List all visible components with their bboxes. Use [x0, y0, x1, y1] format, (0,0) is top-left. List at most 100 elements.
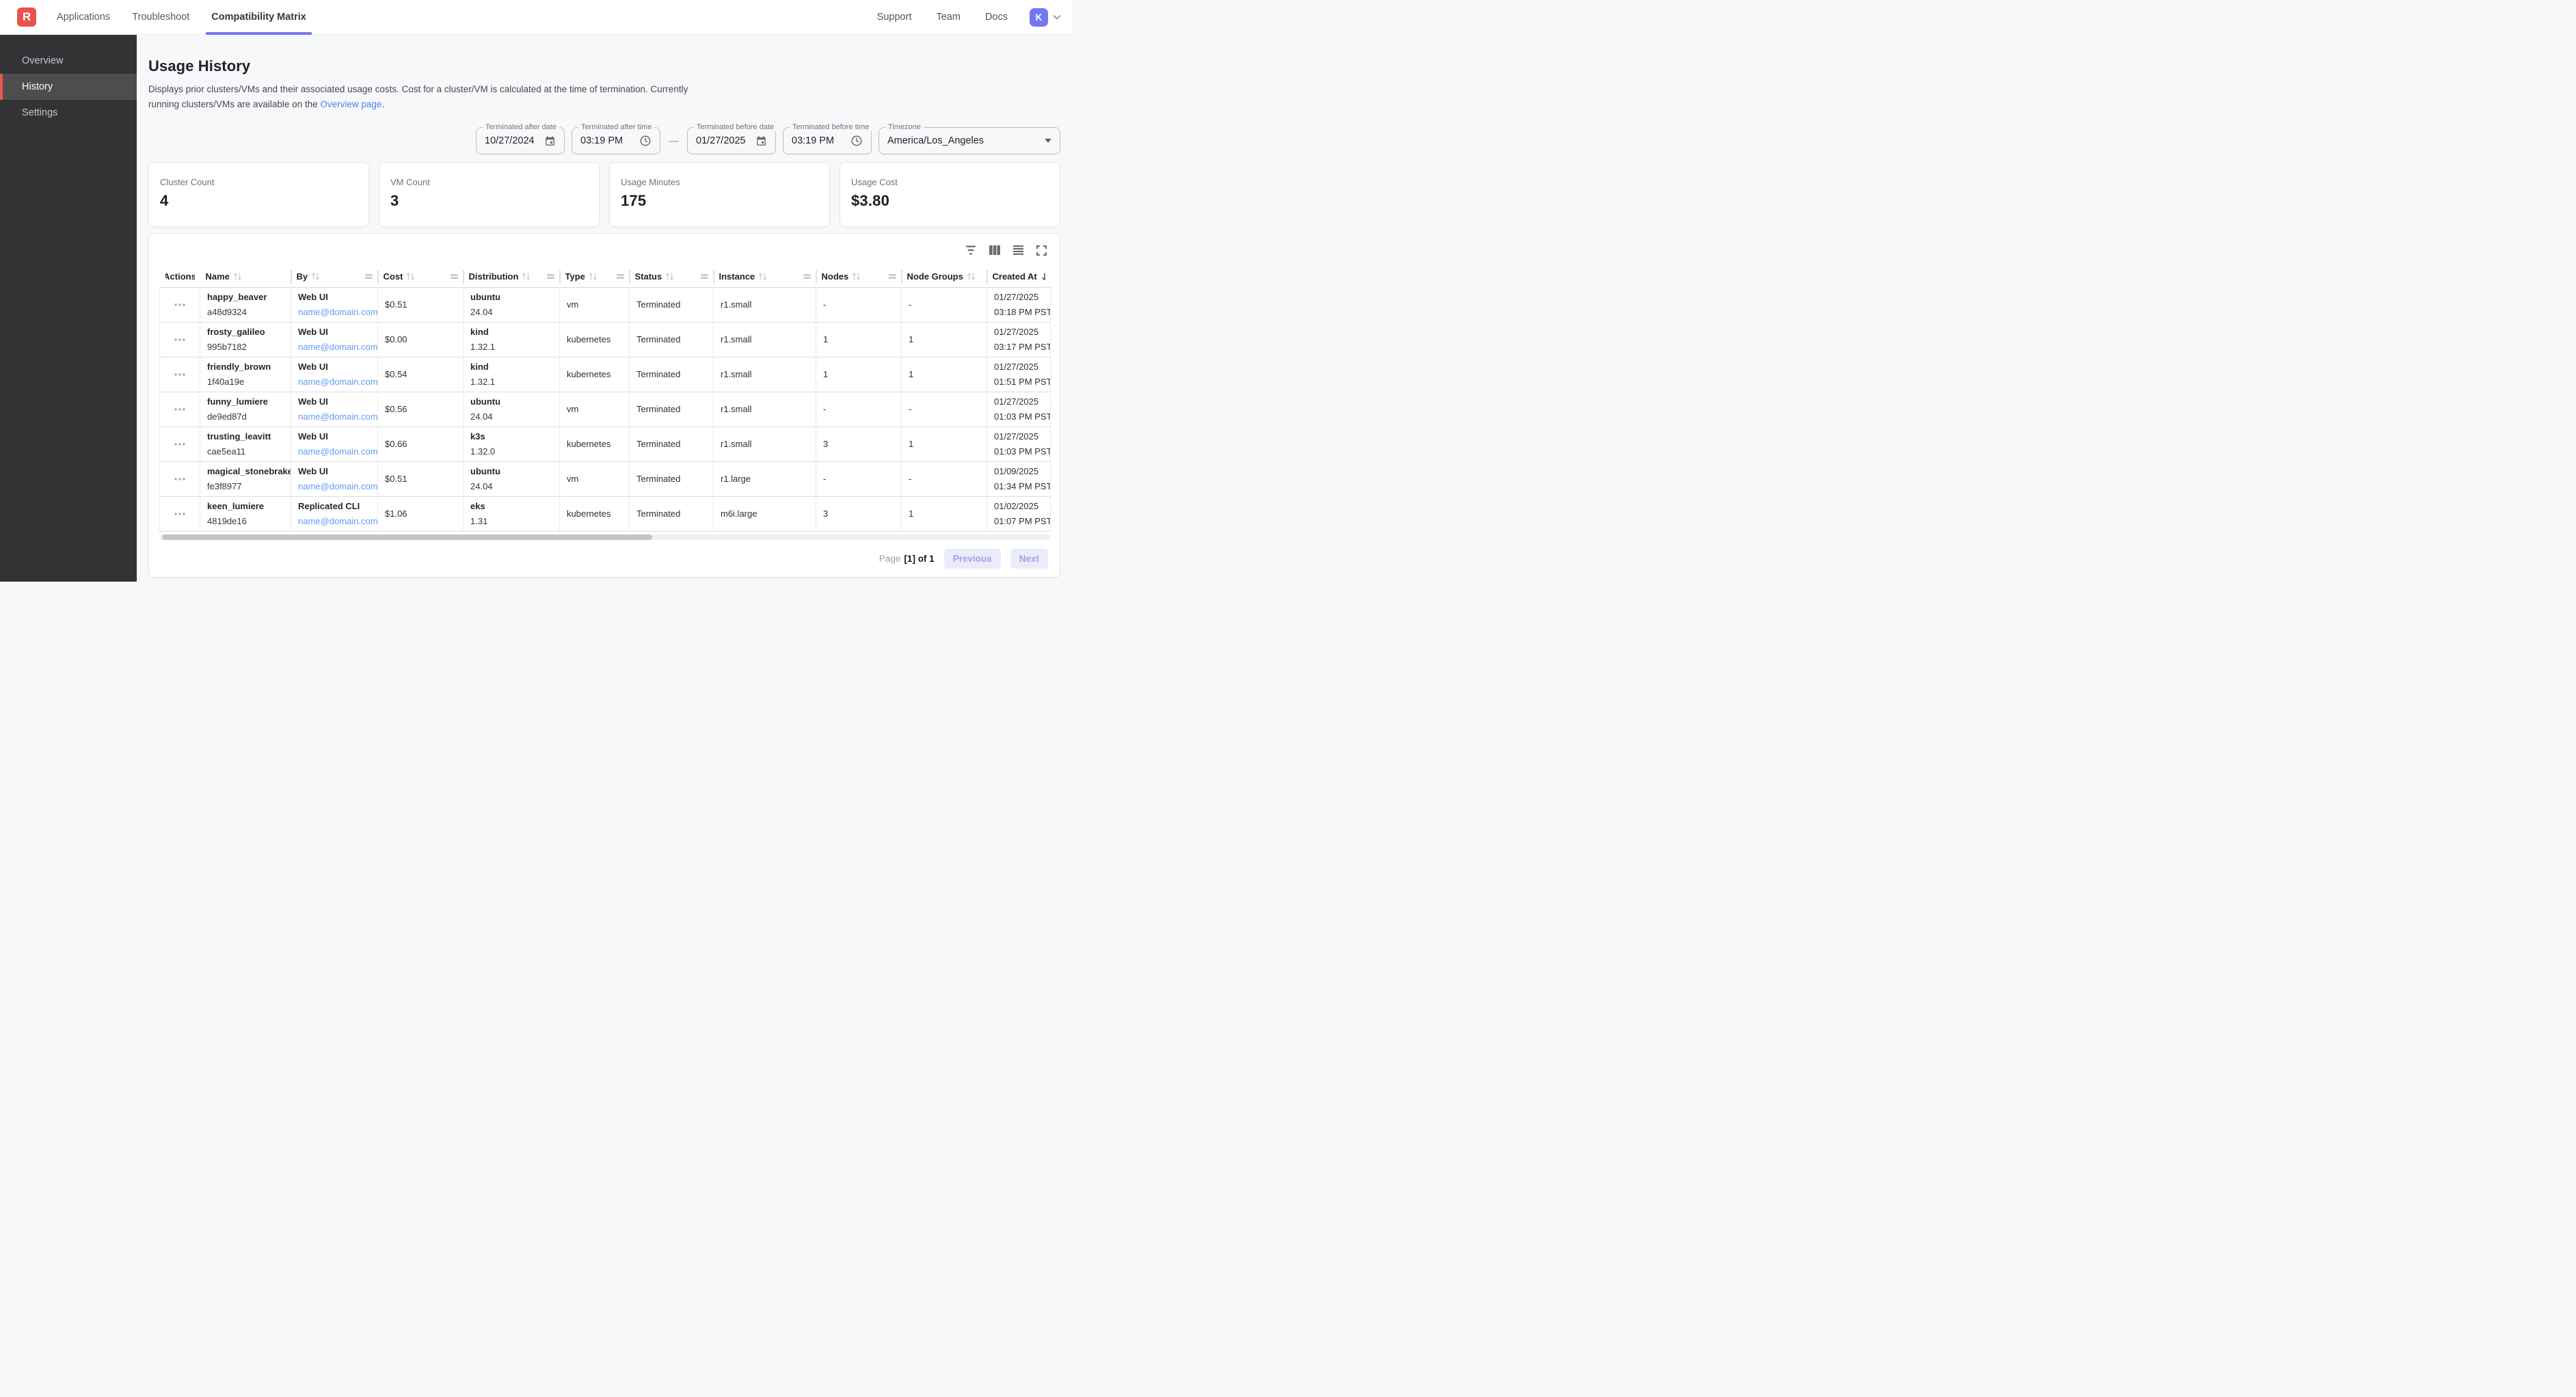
col-header-distribution[interactable]: Distribution: [464, 267, 560, 287]
row-actions-button[interactable]: [172, 401, 188, 418]
col-header-cost[interactable]: Cost: [378, 267, 464, 287]
created-time: 01:03 PM PST: [994, 411, 1043, 422]
filter-terminated-before-time[interactable]: Terminated before time03:19 PM: [783, 127, 872, 154]
cell-instance: m6i.large: [714, 496, 816, 531]
col-header-name[interactable]: Name: [200, 267, 291, 287]
cell-type: kubernetes: [560, 496, 630, 531]
sidebar-item-history[interactable]: History: [0, 74, 137, 100]
filter-label: Terminated after time: [578, 123, 654, 131]
clock-icon: [850, 135, 863, 147]
by-email-link[interactable]: name@domain.com: [298, 307, 371, 317]
scrollbar-thumb[interactable]: [162, 534, 652, 540]
by-email-link[interactable]: name@domain.com: [298, 377, 371, 387]
nav-link-support[interactable]: Support: [865, 12, 924, 23]
columns-button[interactable]: [988, 243, 1002, 257]
by-email-link[interactable]: name@domain.com: [298, 516, 371, 526]
distribution-version: 1.32.1: [470, 342, 552, 352]
stat-card-vm-count: VM Count3: [379, 162, 600, 227]
cell-status: Terminated: [630, 461, 714, 496]
cell-actions: [160, 287, 200, 322]
distribution-name: kind: [470, 327, 552, 337]
column-menu-icon: [617, 274, 624, 279]
nav-link-docs[interactable]: Docs: [973, 12, 1020, 23]
col-header-status[interactable]: Status: [630, 267, 714, 287]
filter-timezone[interactable]: TimezoneAmerica/Los_Angeles: [878, 127, 1060, 154]
replicated-logo[interactable]: R: [17, 8, 36, 27]
row-actions-button[interactable]: [172, 366, 188, 383]
filter-value: 03:19 PM: [792, 135, 834, 146]
cluster-name: frosty_galileo: [207, 327, 284, 337]
created-date: 01/27/2025: [994, 327, 1043, 337]
col-header-by[interactable]: By: [291, 267, 378, 287]
row-actions-button[interactable]: [172, 436, 188, 452]
col-header-instance[interactable]: Instance: [714, 267, 816, 287]
table-toolbar: [159, 241, 1049, 257]
col-header-label: Cost: [384, 271, 403, 282]
tab-troubleshoot[interactable]: Troubleshoot: [121, 0, 200, 35]
filter-terminated-after-date[interactable]: Terminated after date10/27/2024: [476, 127, 565, 154]
created-date: 01/27/2025: [994, 431, 1043, 442]
cell-nodes: 1: [816, 322, 902, 357]
column-menu-icon: [451, 274, 458, 279]
table-row: keen_lumiere4819de16Replicated CLIname@d…: [160, 496, 1051, 531]
cell-created-at: 01/02/202501:07 PM PST: [987, 496, 1051, 531]
by-email-link[interactable]: name@domain.com: [298, 411, 371, 422]
pagination: Page [1] of 1 Previous Next: [159, 549, 1049, 569]
cell-actions: [160, 322, 200, 357]
fullscreen-button[interactable]: [1034, 243, 1048, 257]
filter-terminated-after-time[interactable]: Terminated after time03:19 PM: [572, 127, 660, 154]
chevron-down-icon[interactable]: [1053, 14, 1061, 20]
sidebar-item-overview[interactable]: Overview: [0, 48, 137, 74]
distribution-version: 24.04: [470, 307, 552, 317]
sidebar-item-settings[interactable]: Settings: [0, 100, 137, 126]
page-description: Displays prior clusters/VMs and their as…: [148, 82, 699, 111]
filter-value: 10/27/2024: [485, 135, 535, 146]
cell-node-groups: -: [902, 461, 987, 496]
distribution-name: k3s: [470, 431, 552, 442]
column-menu-icon: [365, 274, 373, 279]
stat-label: Usage Cost: [851, 177, 1049, 187]
col-header-node-groups[interactable]: Node Groups: [902, 267, 987, 287]
stat-card-usage-minutes: Usage Minutes175: [609, 162, 830, 227]
page-description-text: Displays prior clusters/VMs and their as…: [148, 84, 688, 109]
filter-label: Terminated before time: [790, 123, 872, 131]
created-date: 01/27/2025: [994, 396, 1043, 407]
cluster-id: a48d9324: [207, 307, 284, 317]
overview-page-link[interactable]: Overview page: [320, 99, 381, 109]
cell-cost: $0.51: [378, 287, 464, 322]
cell-status: Terminated: [630, 426, 714, 461]
cell-cost: $0.66: [378, 426, 464, 461]
tab-compatibility-matrix[interactable]: Compatibility Matrix: [200, 0, 317, 35]
by-email-link[interactable]: name@domain.com: [298, 481, 371, 491]
cell-type: kubernetes: [560, 357, 630, 392]
cell-status: Terminated: [630, 392, 714, 426]
col-header-type[interactable]: Type: [560, 267, 630, 287]
by-email-link[interactable]: name@domain.com: [298, 446, 371, 457]
created-date: 01/27/2025: [994, 292, 1043, 302]
row-actions-button[interactable]: [172, 506, 188, 522]
col-header-nodes[interactable]: Nodes: [816, 267, 902, 287]
top-navigation: R ApplicationsTroubleshootCompatibility …: [0, 0, 1072, 35]
nav-link-team[interactable]: Team: [924, 12, 972, 23]
created-date: 01/09/2025: [994, 466, 1043, 476]
by-email-link[interactable]: name@domain.com: [298, 342, 371, 352]
by-source: Web UI: [298, 327, 371, 337]
user-avatar[interactable]: K: [1030, 8, 1048, 27]
tab-applications[interactable]: Applications: [46, 0, 121, 35]
row-actions-button[interactable]: [172, 471, 188, 487]
row-actions-button[interactable]: [172, 331, 188, 348]
density-button[interactable]: [1011, 243, 1025, 257]
next-page-button[interactable]: Next: [1010, 549, 1048, 569]
row-actions-button[interactable]: [172, 297, 188, 313]
filter-terminated-before-date[interactable]: Terminated before date01/27/2025: [687, 127, 776, 154]
previous-page-button[interactable]: Previous: [944, 549, 1001, 569]
filter-button[interactable]: [965, 243, 978, 257]
cell-actions: [160, 392, 200, 426]
col-header-created-at[interactable]: Created At: [987, 267, 1051, 287]
cell-name: frosty_galileo995b7182: [200, 322, 291, 357]
col-header-label: Distribution: [469, 271, 519, 282]
column-menu-icon: [701, 274, 708, 279]
more-horiz-icon: [174, 338, 185, 341]
cell-node-groups: 1: [902, 496, 987, 531]
filter-value: America/Los_Angeles: [887, 135, 984, 146]
